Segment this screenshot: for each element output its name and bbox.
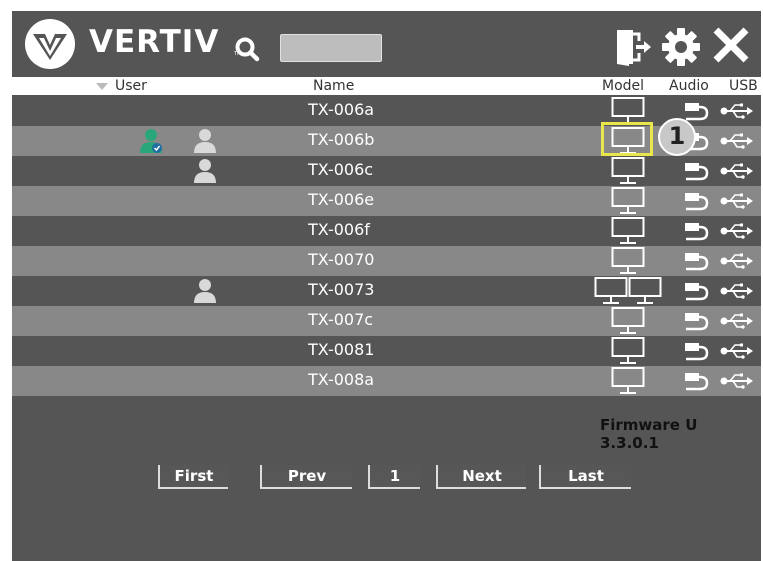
usb-icon[interactable] bbox=[720, 193, 754, 209]
close-icon[interactable] bbox=[711, 25, 751, 65]
column-usb[interactable]: USB bbox=[729, 77, 758, 95]
usb-icon[interactable] bbox=[720, 343, 754, 359]
column-name[interactable]: Name bbox=[313, 77, 354, 95]
monitor-icon[interactable] bbox=[594, 276, 628, 306]
target-row[interactable]: TX-007c bbox=[12, 306, 761, 336]
current-page-button[interactable]: 1 bbox=[368, 465, 420, 489]
first-page-button[interactable]: First bbox=[158, 465, 228, 489]
target-name[interactable]: TX-006a bbox=[308, 100, 374, 119]
monitor-icon[interactable] bbox=[611, 216, 645, 246]
next-page-button[interactable]: Next bbox=[436, 465, 526, 489]
user-icon bbox=[194, 129, 216, 153]
gear-icon[interactable] bbox=[660, 26, 702, 68]
prev-page-button[interactable]: Prev bbox=[260, 465, 352, 489]
column-model[interactable]: Model bbox=[602, 77, 644, 95]
column-user[interactable]: User bbox=[115, 77, 147, 95]
app-window: VERTIV TM User Name Model Audio USB TX-0… bbox=[12, 11, 761, 561]
model-highlight-box bbox=[601, 122, 653, 156]
monitor-icon[interactable] bbox=[611, 336, 645, 366]
vertiv-logo-icon bbox=[25, 19, 75, 69]
usb-icon[interactable] bbox=[720, 373, 754, 389]
search-input[interactable] bbox=[280, 34, 382, 62]
audio-icon[interactable] bbox=[682, 371, 710, 391]
usb-icon[interactable] bbox=[720, 253, 754, 269]
target-row[interactable]: TX-006c bbox=[12, 156, 761, 186]
usb-icon[interactable] bbox=[720, 103, 754, 119]
target-row[interactable]: TX-0073 bbox=[12, 276, 761, 306]
callout-badge: 1 bbox=[658, 118, 696, 156]
column-audio[interactable]: Audio bbox=[669, 77, 709, 95]
monitor-icon[interactable] bbox=[611, 366, 645, 396]
target-row[interactable]: TX-0070 bbox=[12, 246, 761, 276]
target-name[interactable]: TX-0070 bbox=[308, 250, 374, 269]
target-name[interactable]: TX-006e bbox=[308, 190, 374, 209]
user-icon bbox=[194, 279, 216, 303]
monitor-icon[interactable] bbox=[628, 276, 662, 306]
audio-icon[interactable] bbox=[682, 281, 710, 301]
audio-icon[interactable] bbox=[682, 161, 710, 181]
target-name[interactable]: TX-0081 bbox=[308, 340, 374, 359]
monitor-icon[interactable] bbox=[611, 246, 645, 276]
target-row[interactable]: TX-008a bbox=[12, 366, 761, 396]
target-name[interactable]: TX-007c bbox=[308, 310, 373, 329]
last-page-button[interactable]: Last bbox=[539, 465, 631, 489]
target-row[interactable]: TX-006f bbox=[12, 216, 761, 246]
active-user-icon bbox=[140, 129, 162, 153]
monitor-icon[interactable] bbox=[611, 156, 645, 186]
audio-icon[interactable] bbox=[682, 221, 710, 241]
audio-icon[interactable] bbox=[682, 101, 710, 121]
audio-icon[interactable] bbox=[682, 311, 710, 331]
target-name[interactable]: TX-006f bbox=[308, 220, 370, 239]
target-name[interactable]: TX-0073 bbox=[308, 280, 374, 299]
usb-icon[interactable] bbox=[720, 133, 754, 149]
audio-icon[interactable] bbox=[682, 191, 710, 211]
sort-down-icon[interactable] bbox=[96, 83, 108, 90]
target-name[interactable]: TX-006b bbox=[308, 130, 374, 149]
column-header-row: User Name Model Audio USB bbox=[12, 77, 761, 95]
audio-icon[interactable] bbox=[682, 341, 710, 361]
brand-name: VERTIV bbox=[89, 24, 220, 60]
target-name[interactable]: TX-008a bbox=[308, 370, 374, 389]
target-row[interactable]: TX-006e bbox=[12, 186, 761, 216]
target-name[interactable]: TX-006c bbox=[308, 160, 373, 179]
usb-icon[interactable] bbox=[720, 223, 754, 239]
user-icon bbox=[194, 159, 216, 183]
target-row[interactable]: TX-0081 bbox=[12, 336, 761, 366]
exit-icon[interactable] bbox=[613, 27, 653, 67]
usb-icon[interactable] bbox=[720, 313, 754, 329]
header-bar: VERTIV TM bbox=[12, 11, 761, 77]
monitor-icon[interactable] bbox=[611, 306, 645, 336]
monitor-icon[interactable] bbox=[611, 186, 645, 216]
firmware-version: Firmware U 3.3.0.1 bbox=[600, 416, 698, 452]
search-icon[interactable] bbox=[234, 35, 262, 63]
audio-icon[interactable] bbox=[682, 251, 710, 271]
usb-icon[interactable] bbox=[720, 283, 754, 299]
usb-icon[interactable] bbox=[720, 163, 754, 179]
